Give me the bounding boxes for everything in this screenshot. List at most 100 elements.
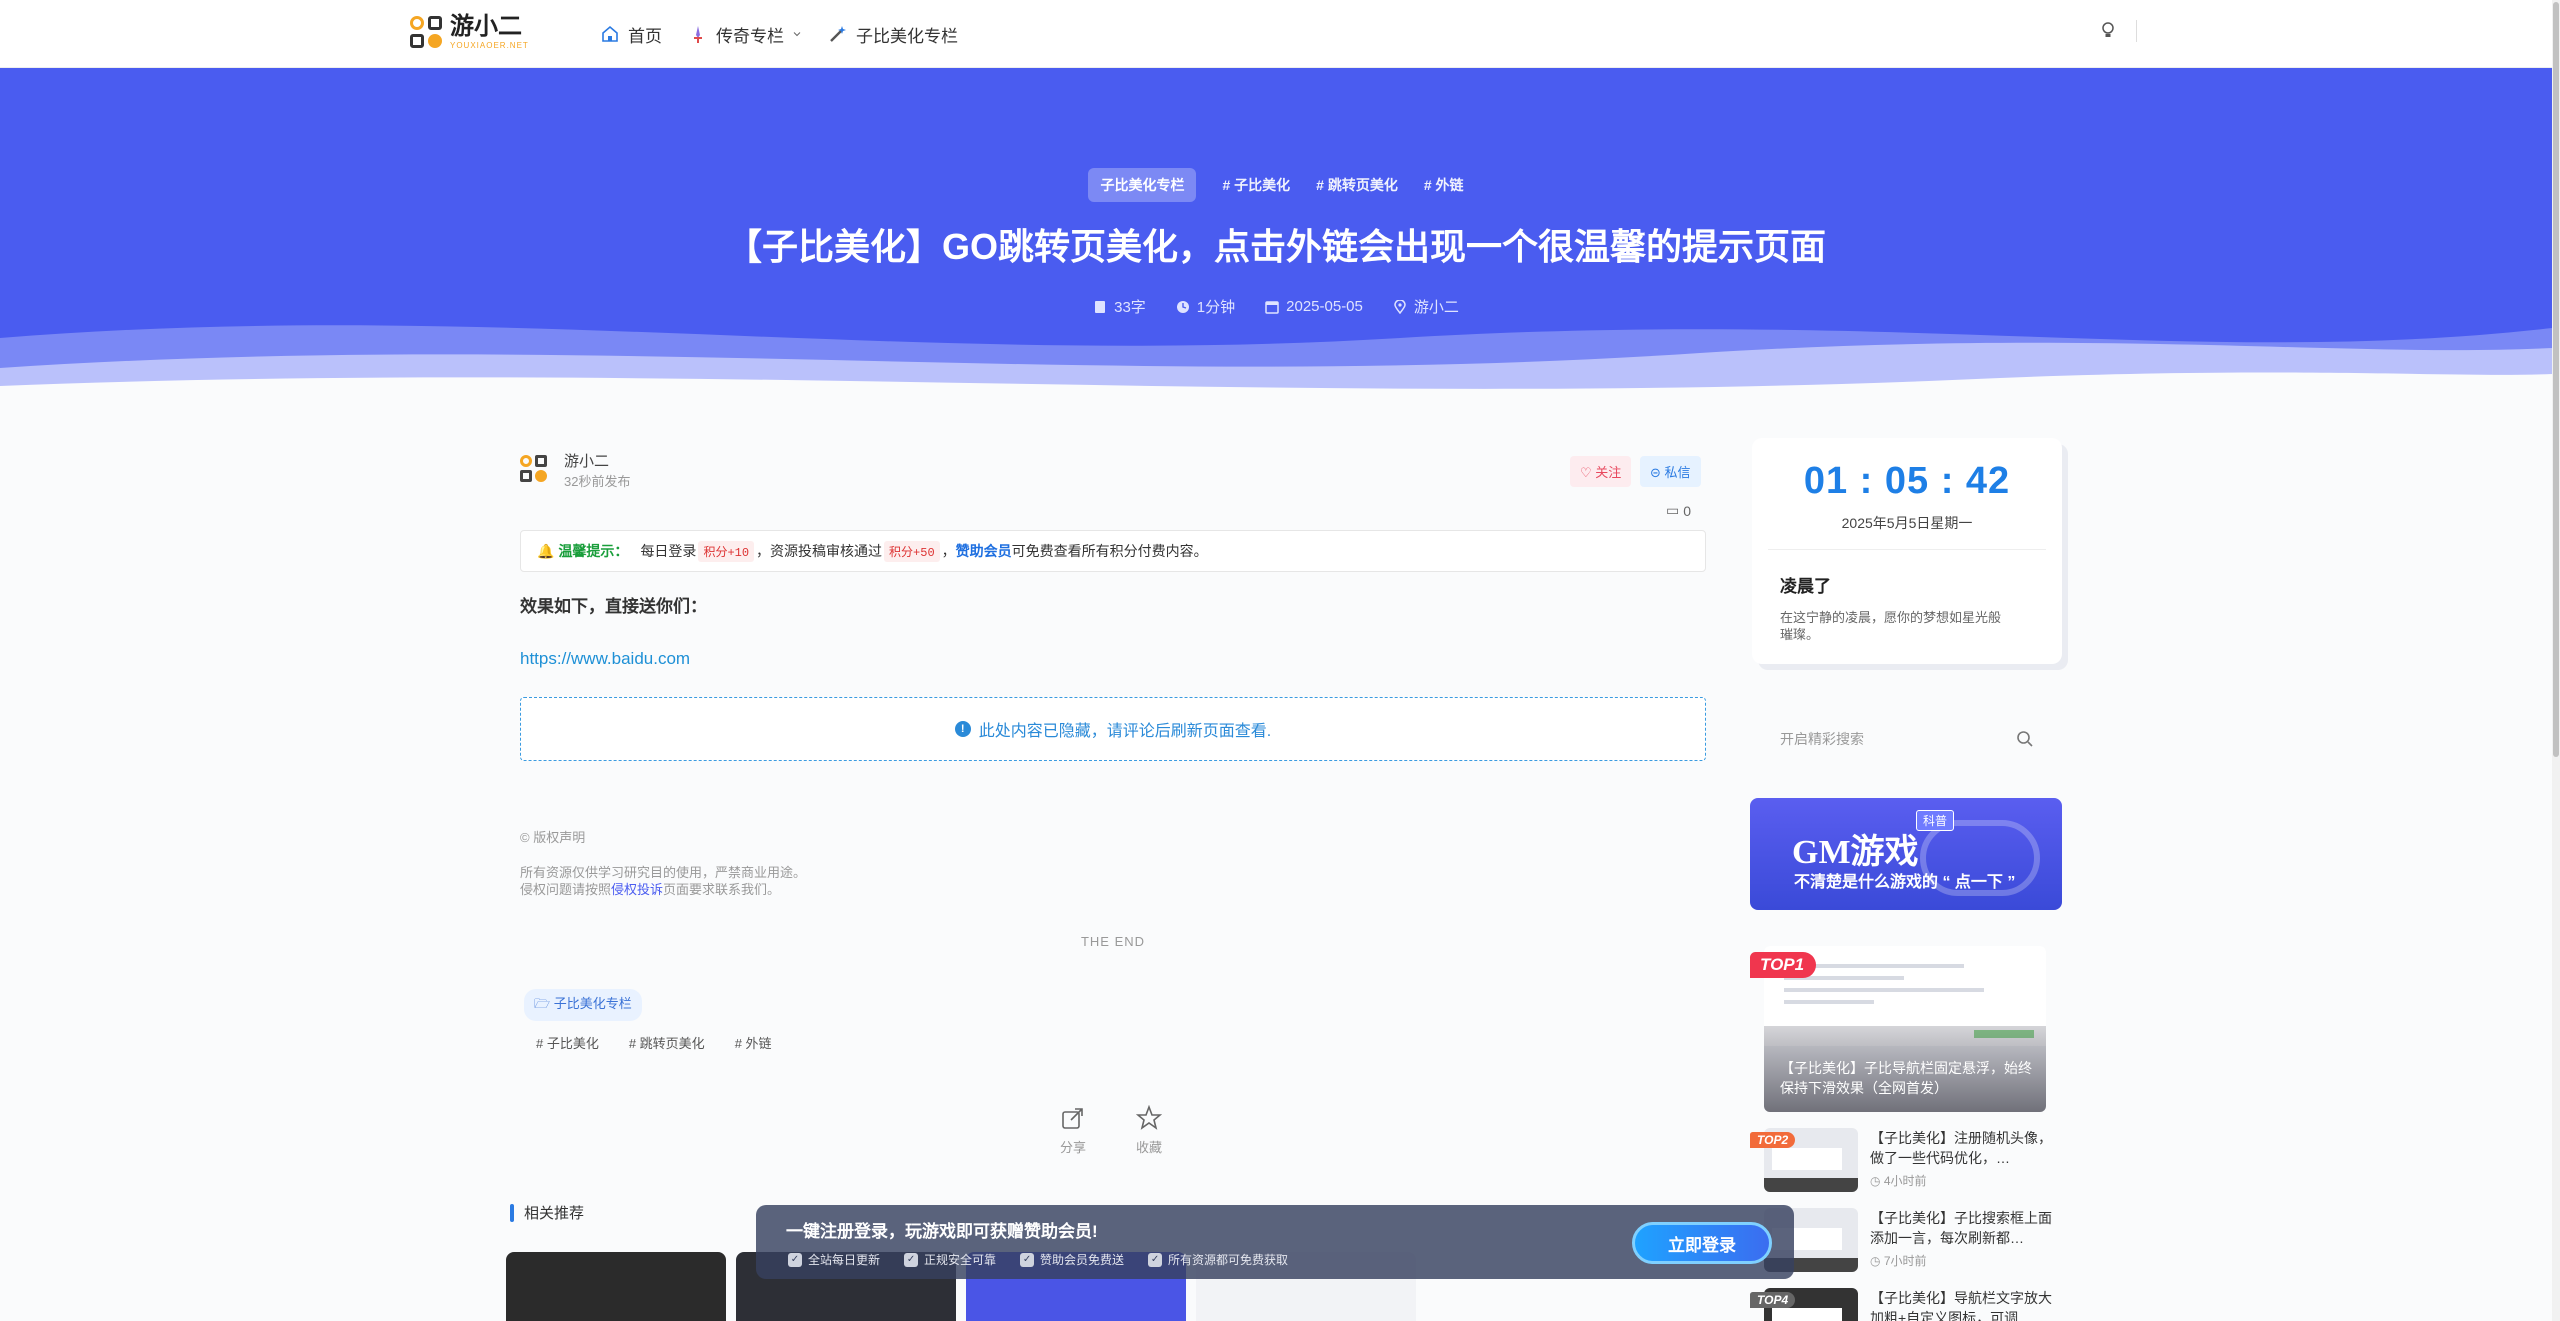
banner-tag: 科普 bbox=[1916, 810, 1955, 831]
benefit-item: ✓ 赞助会员免费送 bbox=[1020, 1251, 1124, 1268]
article-tag[interactable]: # 外链 bbox=[735, 1033, 772, 1052]
post-time: ◷ 7小时前 bbox=[1870, 1254, 1927, 1268]
copyright-line: 页面要求联系我们。 bbox=[663, 882, 781, 897]
benefit-label: 赞助会员免费送 bbox=[1040, 1253, 1125, 1267]
points-code: 积分+50 bbox=[884, 540, 940, 562]
clock-date: 2025年5月5日星期一 bbox=[1841, 515, 1973, 531]
related-thumb[interactable] bbox=[506, 1252, 726, 1321]
share-label: 分享 bbox=[1060, 1140, 1087, 1155]
benefit-label: 正规安全可靠 bbox=[924, 1253, 997, 1267]
nav-item-zibi[interactable]: 子比美化专栏 bbox=[828, 22, 958, 47]
ranking-list: TOP2 【子比美化】注册随机头像，做了一些代码优化，… ◷ 4小时前 【子比美… bbox=[1750, 1128, 2064, 1321]
message-button[interactable]: ⊝ 私信 bbox=[1640, 456, 1701, 487]
list-item[interactable]: 【子比美化】子比搜索框上面添加一言，每次刷新都… ◷ 7小时前 bbox=[1764, 1208, 2064, 1288]
post-time-value: 4小时前 bbox=[1883, 1174, 1927, 1188]
rank-badge: TOP4 bbox=[1750, 1292, 1796, 1308]
home-icon bbox=[602, 25, 618, 42]
nav-item-legend[interactable]: 传奇专栏 bbox=[688, 22, 802, 47]
vip-link[interactable]: 赞助会员 bbox=[956, 541, 1012, 561]
related-title: 相关推荐 bbox=[510, 1202, 584, 1223]
sidebar-search[interactable]: 开启精彩搜索 bbox=[1752, 714, 2062, 764]
banner-title: GM游戏 bbox=[1792, 834, 1919, 871]
login-button[interactable]: 立即登录 bbox=[1632, 1222, 1772, 1264]
rank-badge: TOP2 bbox=[1750, 1132, 1796, 1148]
complaint-link[interactable]: 侵权投诉 bbox=[611, 882, 663, 897]
header-divider bbox=[2136, 20, 2137, 42]
promo-benefits: ✓ 全站每日更新 ✓ 正规安全可靠 ✓ 赞助会员免费送 ✓ 所有资源都可免费获取 bbox=[788, 1251, 1288, 1268]
article-tag[interactable]: # 子比美化 bbox=[536, 1033, 599, 1052]
promo-title: 一键注册登录，玩游戏即可获赠赞助会员! bbox=[786, 1222, 1098, 1241]
notice-text: ，资源投稿审核通过 bbox=[756, 543, 883, 559]
banner-subtitle: 不清楚是什么游戏的 “ 点一下 ” bbox=[1794, 874, 2016, 891]
list-item[interactable]: TOP2 【子比美化】注册随机头像，做了一些代码优化，… ◷ 4小时前 bbox=[1750, 1128, 2064, 1208]
hero-tag[interactable]: # 子比美化 bbox=[1222, 175, 1290, 195]
post-title[interactable]: 【子比美化】子比搜索框上面添加一言，每次刷新都… bbox=[1870, 1208, 2062, 1248]
the-end-marker: THE END bbox=[1080, 934, 1146, 949]
post-title[interactable]: 【子比美化】注册随机头像，做了一些代码优化，… bbox=[1870, 1128, 2062, 1168]
clock-divider bbox=[1768, 549, 2046, 550]
theme-toggle-icon[interactable] bbox=[2100, 20, 2116, 42]
top1-title[interactable]: 【子比美化】子比导航栏固定悬浮，始终保持下滑效果（全网首发） bbox=[1780, 1058, 2036, 1098]
register-promo-bar: 一键注册登录，玩游戏即可获赠赞助会员! ✓ 全站每日更新 ✓ 正规安全可靠 ✓ 赞助会… bbox=[756, 1205, 1794, 1279]
accent-bar bbox=[510, 1203, 514, 1222]
gm-game-banner[interactable]: 科普 GM游戏 不清楚是什么游戏的 “ 点一下 ” bbox=[1750, 798, 2062, 910]
hero-tag[interactable]: # 外链 bbox=[1424, 175, 1464, 195]
article-actions: 分享 收藏 bbox=[1060, 1105, 1162, 1156]
site-logo[interactable]: 游小二 YOUXIAOER.NET bbox=[410, 14, 529, 50]
rank-badge: TOP1 bbox=[1750, 952, 1817, 978]
nav-item-home[interactable]: 首页 bbox=[600, 22, 662, 47]
favorite-button[interactable]: 收藏 bbox=[1136, 1105, 1162, 1156]
star-icon bbox=[1136, 1105, 1163, 1130]
comment-count[interactable]: ▭ 0 bbox=[1666, 502, 1691, 519]
logo-icon bbox=[410, 14, 444, 50]
check-icon: ✓ bbox=[788, 1252, 802, 1267]
chevron-down-icon bbox=[793, 32, 801, 37]
notice-text: ， bbox=[941, 543, 956, 559]
article-tag[interactable]: # 跳转页美化 bbox=[629, 1033, 705, 1052]
logo-text: 游小二 bbox=[450, 12, 522, 40]
share-button[interactable]: 分享 bbox=[1060, 1105, 1086, 1156]
check-icon: ✓ bbox=[1020, 1252, 1035, 1267]
follow-button[interactable]: ♡ 关注 bbox=[1570, 456, 1632, 487]
hero-tags: 子比美化专栏 # 子比美化 # 跳转页美化 # 外链 bbox=[0, 168, 2552, 202]
search-icon[interactable] bbox=[2016, 730, 2034, 748]
author-row: 游小二 32秒前发布 bbox=[520, 440, 1706, 500]
post-time: ◷ 4小时前 bbox=[1870, 1174, 1927, 1188]
hero-tag[interactable]: # 跳转页美化 bbox=[1316, 175, 1398, 195]
benefit-item: ✓ 全站每日更新 bbox=[788, 1251, 880, 1268]
category-pill[interactable]: 🗁 子比美化专栏 bbox=[524, 989, 642, 1021]
info-icon: ! bbox=[954, 721, 971, 737]
search-input[interactable]: 开启精彩搜索 bbox=[1780, 729, 1864, 749]
nav-label: 子比美化专栏 bbox=[856, 26, 958, 46]
notice-label: 温馨提示： bbox=[558, 543, 629, 559]
post-title[interactable]: 【子比美化】导航栏文字放大加粗+自定义图标，可调… bbox=[1870, 1288, 2062, 1321]
page-scrollbar[interactable] bbox=[2552, 0, 2560, 1321]
author-name[interactable]: 游小二 bbox=[564, 450, 630, 471]
benefit-item: ✓ 正规安全可靠 bbox=[904, 1251, 996, 1268]
sword-icon bbox=[694, 26, 702, 43]
folder-icon: 🗁 bbox=[534, 996, 554, 1011]
clock-widget: 01 : 05 : 42 2025年5月5日星期一 凌晨了 在这宁静的凌晨，愿你… bbox=[1752, 438, 2062, 664]
comment-icon: ▭ bbox=[1666, 502, 1680, 518]
nav-label: 传奇专栏 bbox=[716, 26, 784, 46]
related-title-text: 相关推荐 bbox=[524, 1205, 585, 1222]
logo-subtext: YOUXIAOER.NET bbox=[450, 40, 529, 50]
magic-wand-icon bbox=[830, 26, 846, 42]
header-tools bbox=[2100, 20, 2137, 42]
hero-category-badge[interactable]: 子比美化专栏 bbox=[1088, 168, 1197, 202]
follow-label: 关注 bbox=[1595, 465, 1622, 480]
notice-text: 可免费查看所有积分付费内容。 bbox=[1011, 543, 1208, 559]
publish-time: 32秒前发布 bbox=[564, 473, 631, 489]
message-label: 私信 bbox=[1664, 465, 1691, 480]
main-nav: 首页 传奇专栏 子比美化专栏 bbox=[600, 0, 958, 68]
copyright-line: 所有资源仅供学习研究目的使用，严禁商业用途。 bbox=[520, 865, 807, 880]
avatar[interactable] bbox=[520, 455, 550, 485]
benefit-label: 所有资源都可免费获取 bbox=[1168, 1253, 1289, 1267]
list-item[interactable]: TOP4 【子比美化】导航栏文字放大加粗+自定义图标，可调… bbox=[1750, 1288, 2064, 1321]
content-link[interactable]: https://www.baidu.com bbox=[520, 649, 1706, 669]
scrollbar-thumb[interactable] bbox=[2553, 2, 2559, 757]
greeting-text: 在这宁静的凌晨，愿你的梦想如星光般璀璨。 bbox=[1780, 610, 2002, 642]
article-title: 【子比美化】GO跳转页美化，点击外链会出现一个很温馨的提示页面 bbox=[725, 226, 1826, 267]
favorite-label: 收藏 bbox=[1136, 1140, 1163, 1155]
nav-label: 首页 bbox=[628, 26, 662, 46]
